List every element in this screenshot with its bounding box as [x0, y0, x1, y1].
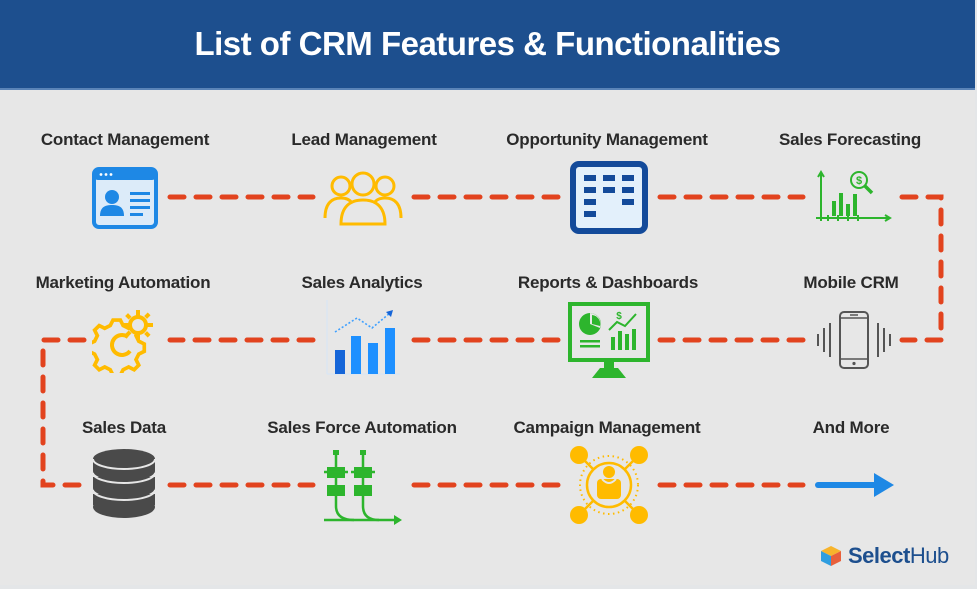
logo-bold-text: Select: [848, 543, 910, 568]
connector-right-turn: [899, 194, 944, 343]
feature-label-opportunity-management: Opportunity Management: [506, 130, 708, 149]
connector-left-turn: [40, 337, 87, 488]
feature-label-sales-analytics: Sales Analytics: [301, 273, 423, 292]
contact-card-icon: [92, 167, 158, 229]
feature-label-sales-data: Sales Data: [82, 418, 166, 437]
cube-logo-icon: [821, 546, 841, 566]
feature-label-sales-force-automation: Sales Force Automation: [267, 418, 457, 437]
logo-regular-text: Hub: [909, 543, 949, 568]
feature-label-mobile-crm: Mobile CRM: [803, 273, 899, 292]
svg-text:$: $: [616, 311, 622, 322]
feature-label-sales-forecasting: Sales Forecasting: [778, 130, 922, 149]
feature-label-and-more: And More: [812, 418, 890, 437]
selecthub-logo: SelectHub: [820, 543, 949, 569]
forecast-chart-icon: $: [816, 170, 892, 222]
logo-wordmark: SelectHub: [848, 543, 949, 569]
feature-label-reports-dashboards: Reports & Dashboards: [517, 273, 699, 292]
dashboard-monitor-icon: $: [568, 302, 650, 378]
svg-text:$: $: [856, 175, 862, 187]
spreadsheet-grid-icon: [570, 161, 648, 234]
mobile-phone-icon: [817, 311, 891, 369]
database-icon: [92, 449, 156, 518]
feature-label-lead-management: Lead Management: [291, 130, 437, 149]
feature-label-marketing-automation: Marketing Automation: [35, 273, 211, 292]
people-group-icon: [323, 171, 403, 226]
infographic-canvas: List of CRM Features & Functionalities C…: [0, 0, 975, 585]
feature-label-campaign-management: Campaign Management: [513, 418, 701, 437]
arrow-right-icon: [815, 473, 894, 497]
workflow-pipeline-icon: [324, 450, 402, 525]
bar-chart-trend-icon: [326, 300, 400, 375]
gears-icon: [92, 310, 153, 373]
feature-label-contact-management: Contact Management: [40, 130, 210, 149]
campaign-network-icon: [570, 446, 648, 524]
